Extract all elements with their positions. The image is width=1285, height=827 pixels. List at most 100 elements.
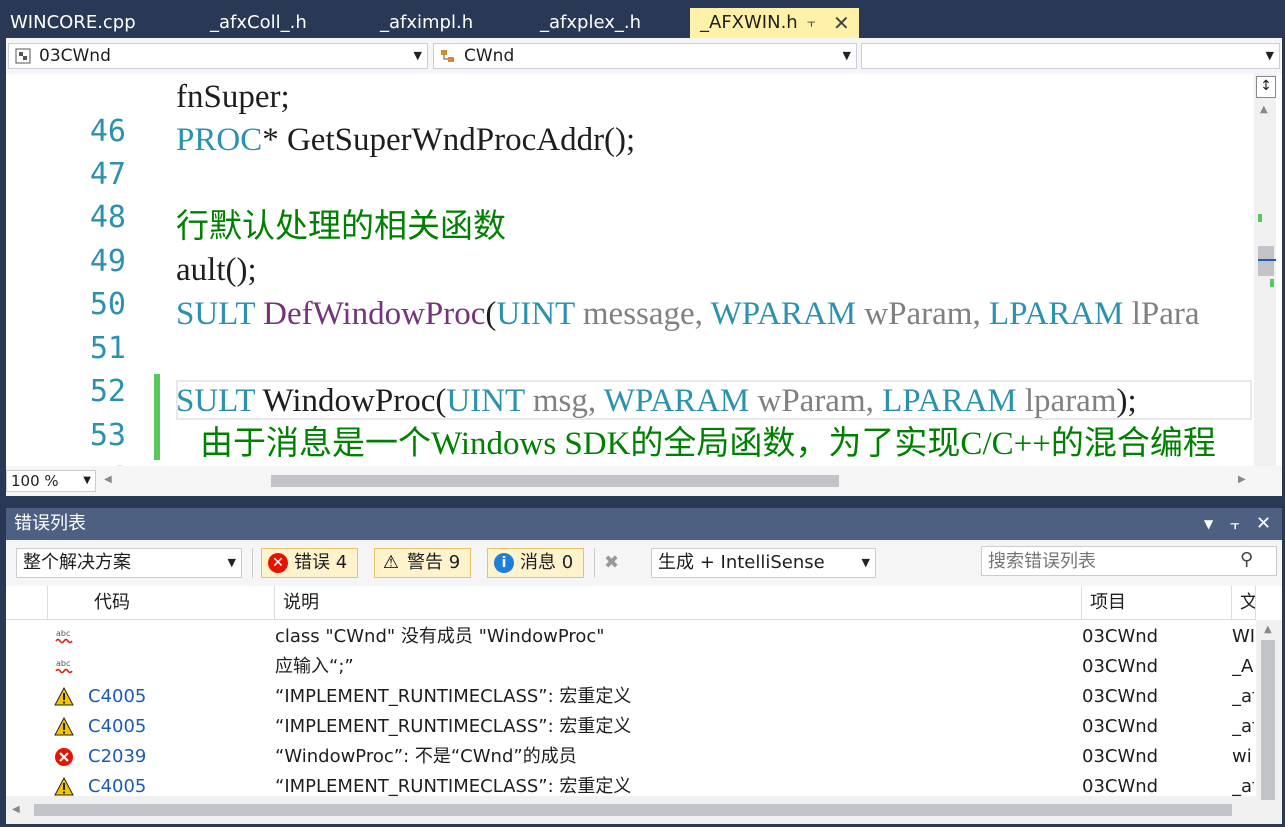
tab-wincore[interactable]: WINCORE.cpp [0,8,190,38]
warning-icon [54,687,74,707]
messages-filter-button[interactable]: i 消息 0 [487,548,585,578]
warning-icon [54,777,74,797]
error-description: “IMPLEMENT_RUNTIMECLASS”: 宏重定义 [275,686,632,707]
error-row[interactable]: C4005 “IMPLEMENT_RUNTIMECLASS”: 宏重定义 03CWn… [6,712,1256,742]
zoom-dropdown[interactable]: 100 % ▼ [6,470,96,492]
vertical-scrollbar[interactable]: ▲ [1256,620,1282,824]
tab-label: _afxColl_.h [210,12,307,33]
search-input[interactable] [982,547,1240,575]
member-dropdown[interactable]: ▼ [861,43,1280,69]
clear-filter-icon[interactable]: ✖ [604,552,619,573]
warnings-filter-button[interactable]: ⚠ 警告 9 [374,548,472,578]
line-number: 48 [89,200,126,235]
svg-text:abc: abc [56,659,70,668]
code-line-47: PROC* GetSuperWndProcAddr(); [176,122,636,158]
class-value: CWnd [464,46,515,66]
document-tab-bar: WINCORE.cpp _afxColl_.h _afximpl.h _afxp… [0,0,1285,38]
tab-afxplex[interactable]: _afxplex_.h [530,8,685,38]
error-icon: ✕ [268,553,288,573]
split-icon[interactable]: ↕ [1256,76,1276,98]
horizontal-scroll-thumb[interactable] [34,804,1232,816]
error-code-link[interactable]: C4005 [88,712,268,742]
error-list-toolbar: 整个解决方案 ▼ ✕ 错误 4 ⚠ 警告 9 i 消息 0 ✖ 生成 + Intelli… [6,540,1282,586]
column-header-file[interactable]: 文 [1232,586,1256,620]
warning-icon: ⚠ [382,552,400,573]
error-list-panel: 错误列表 ▼ ⫟ ✕ 整个解决方案 ▼ ✕ 错误 4 ⚠ 警告 9 i 消息 0 ✖ 生… [6,508,1282,824]
scroll-thumb[interactable] [1261,640,1275,800]
error-row[interactable]: C2039 “WindowProc”: 不是“CWnd”的成员 03CWnd wi [6,742,1256,772]
build-filter-dropdown[interactable]: 生成 + IntelliSense ▼ [651,548,876,578]
line-number: 52 [89,374,126,409]
line-number-gutter: 46 47 48 49 50 51 52 53 54 − [6,74,175,496]
error-file: wi [1232,746,1252,767]
error-code-link[interactable]: C2039 [88,742,268,772]
class-dropdown[interactable]: CWnd ▼ [433,43,857,69]
chevron-down-icon: ▼ [1265,49,1274,62]
scroll-thumb[interactable] [1258,246,1274,276]
error-row[interactable]: abc 应输入“;” 03CWnd _A [6,652,1256,682]
toolbar-separator [594,548,595,578]
line-number: 47 [89,157,126,192]
line-number: 46 [89,114,126,149]
search-icon[interactable]: ⚲ [1240,549,1253,570]
tab-afxwin[interactable]: _AFXWIN.h ⫟ ✕ [690,8,859,38]
class-icon [441,50,454,62]
error-list-titlebar: 错误列表 ▼ ⫟ ✕ [6,508,1282,540]
column-header-category[interactable] [6,586,48,620]
tab-afximpl[interactable]: _afximpl.h [370,8,520,38]
navigation-bar: 03CWnd ▼ CWnd ▼ ▼ [6,38,1282,74]
project-icon [15,48,31,64]
error-row[interactable]: abc class "CWnd" 没有成员 "WindowProc" 03CWnd W… [6,622,1256,652]
code-area[interactable]: fnSuper; PROC* GetSuperWndProcAddr(); 行默… [176,74,1254,466]
error-description: “WindowProc”: 不是“CWnd”的成员 [275,746,577,767]
code-line-51: SULT DefWindowProc(UINT message, WPARAM … [176,296,1200,332]
scope-dropdown[interactable]: 整个解决方案 ▼ [16,548,242,578]
error-row[interactable]: C4005 “IMPLEMENT_RUNTIMECLASS”: 宏重定义 03CWn… [6,682,1256,712]
svg-text:abc: abc [56,629,70,638]
tab-label: _afxplex_.h [540,12,641,33]
line-number: 49 [89,244,126,279]
scroll-up-icon[interactable]: ▲ [1264,624,1272,635]
change-marker [154,374,160,460]
line-number: 51 [89,331,126,366]
tab-label: _afximpl.h [380,12,474,33]
horizontal-scroll-thumb[interactable] [271,475,839,487]
scroll-left-icon[interactable]: ◀ [104,474,112,485]
code-line-53: SULT WindowProc(UINT msg, WPARAM wParam,… [176,383,1137,419]
error-file: _A [1232,656,1254,677]
close-icon[interactable]: ✕ [1256,508,1271,540]
pin-icon[interactable]: ⫟ [807,8,815,38]
tab-afxcoll[interactable]: _afxColl_.h [200,8,360,38]
errors-filter-button[interactable]: ✕ 错误 4 [261,548,359,578]
horizontal-scrollbar[interactable]: ◀ [6,796,1256,824]
column-header-code[interactable]: 代码 [48,586,275,620]
scroll-left-icon[interactable]: ◀ [12,804,20,815]
project-dropdown[interactable]: 03CWnd ▼ [8,43,428,69]
pin-icon[interactable]: ⫟ [1230,508,1240,540]
column-header-project[interactable]: 项目 [1082,586,1232,620]
error-file: _af [1232,686,1254,707]
error-project: 03CWnd [1082,626,1159,647]
info-icon: i [494,553,514,573]
error-project: 03CWnd [1082,686,1159,707]
warning-icon [54,717,74,737]
error-description: class "CWnd" 没有成员 "WindowProc" [275,626,605,647]
column-header-description[interactable]: 说明 [275,586,1082,620]
code-editor: 03CWnd ▼ CWnd ▼ ▼ 46 47 48 49 50 51 52 5… [6,38,1282,496]
spelling-icon: abc [54,627,74,647]
vertical-scrollbar[interactable]: ↕ ▲ [1254,74,1276,466]
close-icon[interactable]: ✕ [833,8,850,38]
error-description: “IMPLEMENT_RUNTIMECLASS”: 宏重定义 [275,716,632,737]
search-box[interactable]: ⚲ [981,546,1277,576]
error-project: 03CWnd [1082,746,1159,767]
caret-marker [1258,259,1276,261]
chevron-down-icon: ▼ [842,49,851,62]
code-line-49: 行默认处理的相关函数 [176,209,506,245]
scroll-up-icon[interactable]: ▲ [1260,104,1268,115]
scroll-marker [1270,279,1274,287]
error-code-link[interactable]: C4005 [88,682,268,712]
chevron-down-icon[interactable]: ▼ [1204,508,1213,540]
toolbar-separator [252,548,253,578]
error-file: WI [1232,626,1254,647]
scroll-right-icon[interactable]: ▶ [1238,474,1246,485]
